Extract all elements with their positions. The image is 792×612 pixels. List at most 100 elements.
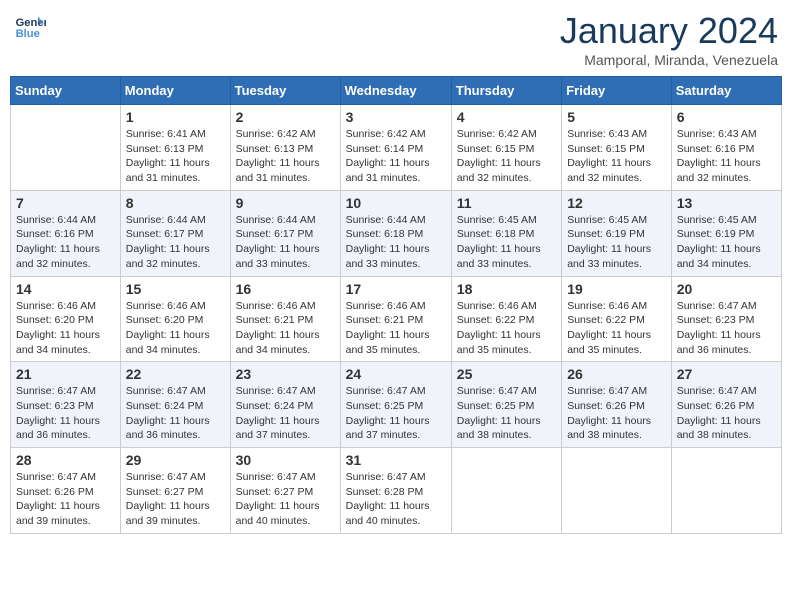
svg-text:General: General [16, 17, 46, 29]
calendar-cell: 8Sunrise: 6:44 AM Sunset: 6:17 PM Daylig… [120, 190, 230, 276]
day-info: Sunrise: 6:44 AM Sunset: 6:18 PM Dayligh… [346, 213, 446, 272]
day-number: 19 [567, 281, 666, 297]
weekday-header: Wednesday [340, 77, 451, 105]
day-number: 11 [457, 195, 556, 211]
calendar-cell: 2 Sunrise: 6:42 AM Sunset: 6:13 PM Daylig… [230, 105, 340, 191]
day-number: 7 [16, 195, 115, 211]
day-info: Sunrise: 6:45 AM Sunset: 6:18 PM Dayligh… [457, 213, 556, 272]
day-info: Sunrise: 6:45 AM Sunset: 6:19 PM Dayligh… [567, 213, 666, 272]
calendar-cell: 7 Sunrise: 6:44 AM Sunset: 6:16 PM Daylig… [11, 190, 121, 276]
day-number: 21 [16, 366, 115, 382]
day-info: Sunrise: 6:47 AM Sunset: 6:26 PM Dayligh… [567, 384, 666, 443]
month-title: January 2024 [560, 10, 778, 52]
page-header: General Blue January 2024 Mamporal, Mira… [10, 10, 782, 68]
day-info: Sunrise: 6:41 AM Sunset: 6:13 PM Dayligh… [126, 127, 225, 186]
day-info: Sunrise: 6:47 AM Sunset: 6:24 PM Dayligh… [126, 384, 225, 443]
day-number: 16 [236, 281, 335, 297]
calendar-cell [562, 448, 672, 534]
weekday-header: Saturday [671, 77, 781, 105]
calendar-cell: 29 Sunrise: 6:47 AM Sunset: 6:27 PM Dayli… [120, 448, 230, 534]
calendar-cell: 4 Sunrise: 6:42 AM Sunset: 6:15 PM Daylig… [451, 105, 561, 191]
calendar-cell [451, 448, 561, 534]
calendar-cell: 16 Sunrise: 6:46 AM Sunset: 6:21 PM Dayli… [230, 276, 340, 362]
day-info: Sunrise: 6:47 AM Sunset: 6:28 PM Dayligh… [346, 470, 446, 529]
logo-icon: General Blue [14, 10, 46, 42]
calendar-week-row: 1 Sunrise: 6:41 AM Sunset: 6:13 PM Daylig… [11, 105, 782, 191]
day-info: Sunrise: 6:47 AM Sunset: 6:23 PM Dayligh… [677, 299, 776, 358]
calendar-cell: 30Sunrise: 6:47 AM Sunset: 6:27 PM Dayli… [230, 448, 340, 534]
day-info: Sunrise: 6:42 AM Sunset: 6:14 PM Dayligh… [346, 127, 446, 186]
weekday-header: Friday [562, 77, 672, 105]
calendar-cell: 27 Sunrise: 6:47 AM Sunset: 6:26 PM Dayli… [671, 362, 781, 448]
day-number: 13 [677, 195, 776, 211]
calendar-cell: 22 Sunrise: 6:47 AM Sunset: 6:24 PM Dayli… [120, 362, 230, 448]
day-info: Sunrise: 6:46 AM Sunset: 6:22 PM Dayligh… [457, 299, 556, 358]
calendar-cell: 3 Sunrise: 6:42 AM Sunset: 6:14 PM Daylig… [340, 105, 451, 191]
day-info: Sunrise: 6:42 AM Sunset: 6:15 PM Dayligh… [457, 127, 556, 186]
day-number: 10 [346, 195, 446, 211]
calendar-cell: 13Sunrise: 6:45 AM Sunset: 6:19 PM Dayli… [671, 190, 781, 276]
day-info: Sunrise: 6:44 AM Sunset: 6:16 PM Dayligh… [16, 213, 115, 272]
day-number: 17 [346, 281, 446, 297]
day-info: Sunrise: 6:46 AM Sunset: 6:22 PM Dayligh… [567, 299, 666, 358]
calendar-week-row: 7 Sunrise: 6:44 AM Sunset: 6:16 PM Daylig… [11, 190, 782, 276]
day-info: Sunrise: 6:44 AM Sunset: 6:17 PM Dayligh… [236, 213, 335, 272]
day-number: 14 [16, 281, 115, 297]
calendar-week-row: 14 Sunrise: 6:46 AM Sunset: 6:20 PM Dayli… [11, 276, 782, 362]
day-number: 20 [677, 281, 776, 297]
calendar-cell: 1 Sunrise: 6:41 AM Sunset: 6:13 PM Daylig… [120, 105, 230, 191]
calendar-cell: 15 Sunrise: 6:46 AM Sunset: 6:20 PM Dayli… [120, 276, 230, 362]
day-number: 3 [346, 109, 446, 125]
day-number: 23 [236, 366, 335, 382]
calendar-cell: 20 Sunrise: 6:47 AM Sunset: 6:23 PM Dayli… [671, 276, 781, 362]
day-info: Sunrise: 6:47 AM Sunset: 6:26 PM Dayligh… [16, 470, 115, 529]
day-info: Sunrise: 6:43 AM Sunset: 6:15 PM Dayligh… [567, 127, 666, 186]
weekday-header: Thursday [451, 77, 561, 105]
day-number: 24 [346, 366, 446, 382]
calendar-cell: 9 Sunrise: 6:44 AM Sunset: 6:17 PM Daylig… [230, 190, 340, 276]
day-info: Sunrise: 6:46 AM Sunset: 6:21 PM Dayligh… [236, 299, 335, 358]
day-number: 25 [457, 366, 556, 382]
calendar-cell: 28Sunrise: 6:47 AM Sunset: 6:26 PM Dayli… [11, 448, 121, 534]
day-number: 27 [677, 366, 776, 382]
weekday-header: Monday [120, 77, 230, 105]
day-number: 8 [126, 195, 225, 211]
day-info: Sunrise: 6:46 AM Sunset: 6:20 PM Dayligh… [126, 299, 225, 358]
location: Mamporal, Miranda, Venezuela [560, 52, 778, 68]
logo: General Blue [14, 10, 46, 42]
day-info: Sunrise: 6:47 AM Sunset: 6:26 PM Dayligh… [677, 384, 776, 443]
day-info: Sunrise: 6:43 AM Sunset: 6:16 PM Dayligh… [677, 127, 776, 186]
calendar-cell: 17Sunrise: 6:46 AM Sunset: 6:21 PM Dayli… [340, 276, 451, 362]
day-info: Sunrise: 6:46 AM Sunset: 6:20 PM Dayligh… [16, 299, 115, 358]
day-number: 22 [126, 366, 225, 382]
day-number: 30 [236, 452, 335, 468]
day-number: 29 [126, 452, 225, 468]
title-area: January 2024 Mamporal, Miranda, Venezuel… [560, 10, 778, 68]
day-number: 18 [457, 281, 556, 297]
calendar-cell: 10 Sunrise: 6:44 AM Sunset: 6:18 PM Dayli… [340, 190, 451, 276]
day-info: Sunrise: 6:42 AM Sunset: 6:13 PM Dayligh… [236, 127, 335, 186]
calendar-cell [671, 448, 781, 534]
calendar-week-row: 21 Sunrise: 6:47 AM Sunset: 6:23 PM Dayli… [11, 362, 782, 448]
calendar-cell: 19 Sunrise: 6:46 AM Sunset: 6:22 PM Dayli… [562, 276, 672, 362]
calendar-cell: 25Sunrise: 6:47 AM Sunset: 6:25 PM Dayli… [451, 362, 561, 448]
day-number: 2 [236, 109, 335, 125]
day-number: 31 [346, 452, 446, 468]
day-info: Sunrise: 6:47 AM Sunset: 6:23 PM Dayligh… [16, 384, 115, 443]
calendar-body: 1 Sunrise: 6:41 AM Sunset: 6:13 PM Daylig… [11, 105, 782, 534]
calendar-cell: 18 Sunrise: 6:46 AM Sunset: 6:22 PM Dayli… [451, 276, 561, 362]
calendar-cell: 21 Sunrise: 6:47 AM Sunset: 6:23 PM Dayli… [11, 362, 121, 448]
calendar-cell: 6Sunrise: 6:43 AM Sunset: 6:16 PM Daylig… [671, 105, 781, 191]
day-number: 1 [126, 109, 225, 125]
calendar-cell: 26Sunrise: 6:47 AM Sunset: 6:26 PM Dayli… [562, 362, 672, 448]
weekday-header: Sunday [11, 77, 121, 105]
calendar-cell: 12 Sunrise: 6:45 AM Sunset: 6:19 PM Dayli… [562, 190, 672, 276]
day-number: 12 [567, 195, 666, 211]
day-info: Sunrise: 6:47 AM Sunset: 6:24 PM Dayligh… [236, 384, 335, 443]
day-info: Sunrise: 6:47 AM Sunset: 6:27 PM Dayligh… [126, 470, 225, 529]
day-number: 15 [126, 281, 225, 297]
day-number: 9 [236, 195, 335, 211]
day-number: 5 [567, 109, 666, 125]
day-number: 4 [457, 109, 556, 125]
calendar-cell: 14 Sunrise: 6:46 AM Sunset: 6:20 PM Dayli… [11, 276, 121, 362]
